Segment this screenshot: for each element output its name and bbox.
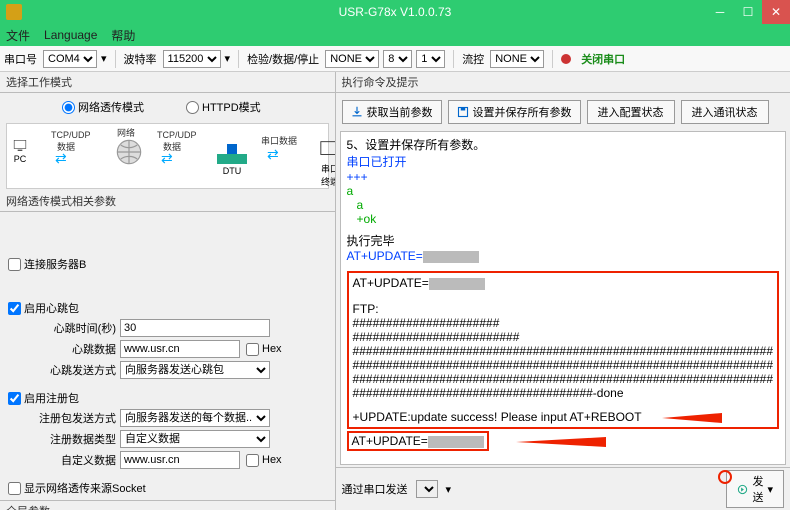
minimize-button[interactable]: ─: [706, 0, 734, 24]
arrow-icon: [516, 437, 606, 447]
mode-http-radio[interactable]: HTTPD模式: [186, 99, 261, 115]
databits-select[interactable]: 8: [383, 50, 412, 68]
highlight-box-1: AT+UPDATE= FTP: ###################### #…: [347, 271, 779, 429]
reg-type-select[interactable]: 自定义数据: [120, 430, 270, 448]
right-panel: 执行命令及提示 获取当前参数 设置并保存所有参数 进入配置状态 进入通讯状态 5…: [336, 72, 790, 510]
port-status-icon: [561, 54, 571, 64]
baud-select[interactable]: 115200: [163, 50, 221, 68]
flow-label: 流控: [462, 51, 484, 67]
maximize-button[interactable]: ☐: [734, 0, 762, 24]
enter-config-button[interactable]: 进入配置状态: [587, 100, 675, 124]
parity-label: 检验/数据/停止: [247, 51, 319, 67]
reg-enable-checkbox[interactable]: 启用注册包: [8, 390, 329, 406]
heartbeat-enable-checkbox[interactable]: 启用心跳包: [8, 300, 329, 316]
menu-bar: 文件 Language 帮助: [0, 24, 790, 46]
close-port-button[interactable]: 关闭串口: [581, 51, 625, 67]
stopbits-select[interactable]: 1: [416, 50, 445, 68]
arrow-icon: [662, 413, 722, 423]
reg-send-select[interactable]: 向服务器发送的每个数据...: [120, 409, 270, 427]
hb-send-select[interactable]: 向服务器发送心跳包: [120, 361, 270, 379]
send-button[interactable]: 发送 ▾: [726, 470, 784, 508]
baud-label: 波特率: [124, 51, 157, 67]
cmd-title: 执行命令及提示: [336, 72, 790, 93]
menu-language[interactable]: Language: [44, 28, 97, 42]
dtu-icon: [217, 142, 247, 164]
com-label: 串口号: [4, 51, 37, 67]
server-b-checkbox[interactable]: 连接服务器B: [8, 256, 329, 272]
close-button[interactable]: ✕: [762, 0, 790, 24]
com-select[interactable]: COM4: [43, 50, 97, 68]
send-mode-select[interactable]: [416, 480, 438, 498]
log-panel[interactable]: 5、设置并保存所有参数。 串口已打开 +++ a a +ok 执行完毕 AT+U…: [340, 131, 786, 465]
left-panel: 选择工作模式 网络透传模式 HTTPD模式 PC TCP/UDP 数据 ⇄ 网络…: [0, 72, 336, 510]
parity-select[interactable]: NONE: [325, 50, 379, 68]
highlight-circle: [718, 470, 732, 484]
hb-time-input[interactable]: [120, 319, 270, 337]
pc-icon: [13, 138, 27, 152]
send-icon: [737, 484, 748, 495]
hb-hex-checkbox[interactable]: Hex: [246, 343, 282, 356]
highlight-box-2: AT+UPDATE=: [347, 431, 489, 451]
menu-file[interactable]: 文件: [6, 27, 30, 44]
title-bar: USR-G78x V1.0.0.73 ─ ☐ ✕: [0, 0, 790, 24]
net-params-title: 网络透传模式相关参数: [0, 191, 335, 212]
reg-hex-checkbox[interactable]: Hex: [246, 454, 282, 467]
global-params-title: 全局参数: [0, 500, 335, 510]
set-params-button[interactable]: 设置并保存所有参数: [448, 100, 581, 124]
window-title: USR-G78x V1.0.0.73: [339, 5, 452, 19]
flow-select[interactable]: NONE: [490, 50, 544, 68]
save-icon: [457, 106, 469, 118]
enter-comm-button[interactable]: 进入通讯状态: [681, 100, 769, 124]
send-bar: 通过串口发送 ▾ 发送 ▾: [336, 467, 790, 510]
mode-group-title: 选择工作模式: [0, 72, 335, 93]
hb-data-input[interactable]: [120, 340, 240, 358]
show-socket-checkbox[interactable]: 显示网络透传来源Socket: [8, 480, 329, 496]
topology-diagram: PC TCP/UDP 数据 ⇄ 网络 TCP/UDP 数据 ⇄ DTU 串口数据…: [6, 123, 329, 189]
get-params-button[interactable]: 获取当前参数: [342, 100, 442, 124]
menu-help[interactable]: 帮助: [111, 27, 135, 44]
app-icon: [6, 4, 22, 20]
redacted-value: [423, 251, 479, 263]
serial-toolbar: 串口号 COM4 ▾ 波特率 115200 ▾ 检验/数据/停止 NONE 8 …: [0, 46, 790, 72]
terminal-icon: [317, 138, 336, 160]
download-icon: [351, 106, 363, 118]
mode-net-radio[interactable]: 网络透传模式: [62, 99, 144, 115]
globe-icon: [115, 138, 143, 166]
reg-custom-input[interactable]: [120, 451, 240, 469]
